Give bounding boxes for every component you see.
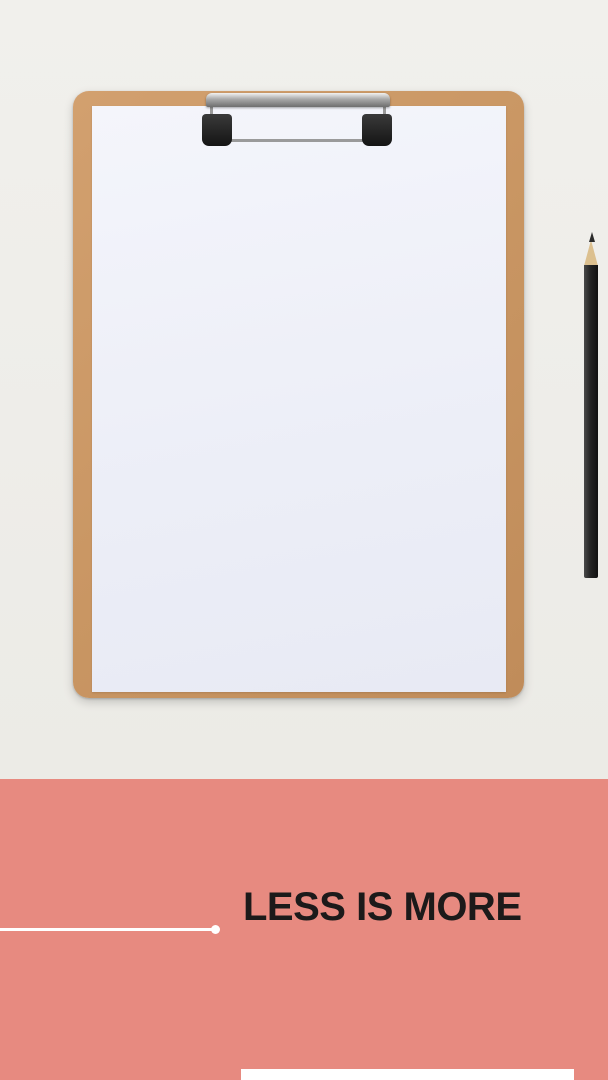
clip-foot-left bbox=[202, 114, 232, 146]
pencil-icon bbox=[584, 232, 598, 578]
clip-wire bbox=[210, 104, 386, 142]
pencil-tip bbox=[584, 240, 598, 266]
clip-foot-right bbox=[362, 114, 392, 146]
headline-banner: LESS IS MORE bbox=[0, 779, 608, 1080]
clipboard-photo bbox=[0, 0, 608, 779]
clip-bar bbox=[206, 93, 390, 107]
decorative-line bbox=[0, 928, 214, 931]
story-page: LESS IS MORE bbox=[0, 0, 608, 1080]
content-card-edge bbox=[241, 1069, 574, 1080]
pencil-lead bbox=[589, 232, 595, 242]
decorative-dot bbox=[211, 925, 220, 934]
headline: LESS IS MORE bbox=[243, 885, 522, 929]
blank-paper bbox=[92, 106, 506, 692]
pencil-body bbox=[584, 265, 598, 578]
